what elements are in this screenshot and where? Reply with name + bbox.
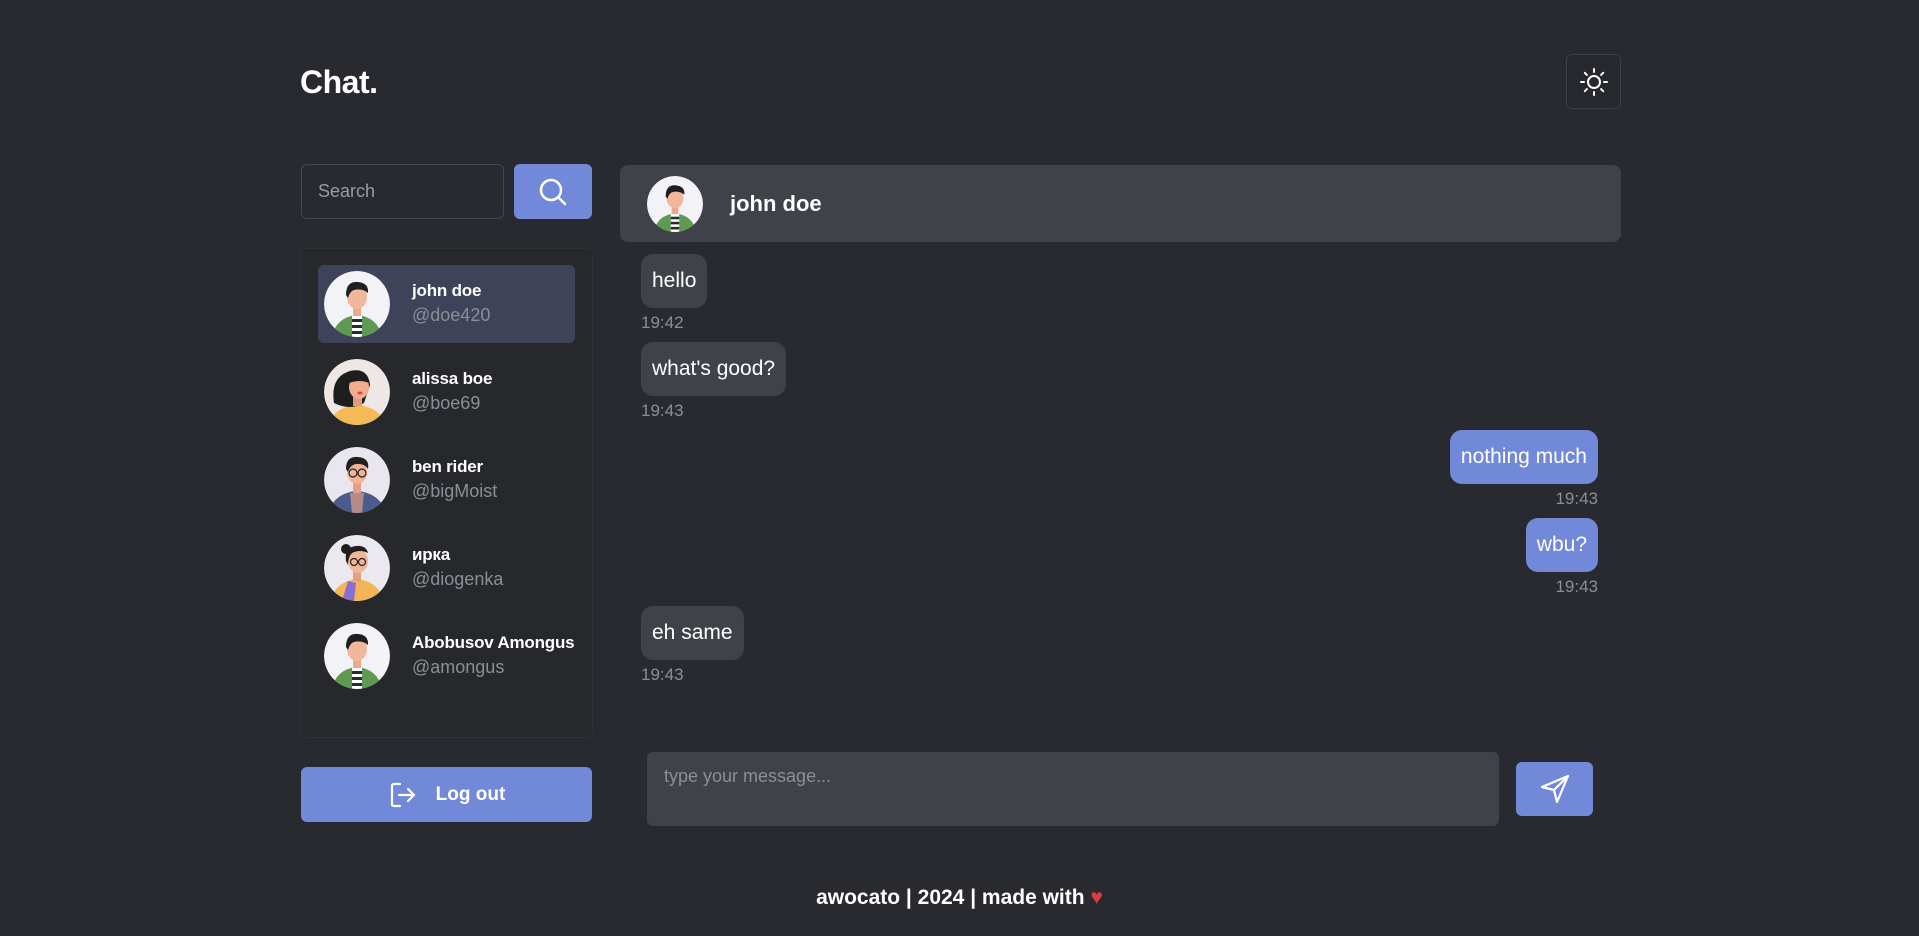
chat-recipient-name: john doe xyxy=(730,190,822,216)
sun-icon xyxy=(1579,67,1608,96)
message-incoming: hello 19:42 xyxy=(641,254,708,334)
contact-handle: @diogenka xyxy=(412,569,504,589)
avatar xyxy=(324,271,390,337)
search-input[interactable] xyxy=(301,164,504,219)
brand-title: Chat. xyxy=(300,64,378,100)
chat-header: john doe xyxy=(620,165,1621,242)
message-incoming: what's good? 19:43 xyxy=(641,342,787,422)
logout-icon xyxy=(390,782,415,807)
message-bubble: nothing much xyxy=(1449,430,1598,484)
logout-button[interactable]: Log out xyxy=(301,767,592,822)
message-outgoing: nothing much 19:43 xyxy=(1449,430,1598,510)
contact-name: john doe xyxy=(412,281,482,300)
heart-icon: ♥ xyxy=(1090,886,1103,909)
avatar xyxy=(324,447,390,513)
search-button[interactable] xyxy=(514,164,592,219)
theme-toggle-button[interactable] xyxy=(1566,54,1621,109)
avatar xyxy=(647,175,703,232)
contact-name: ben rider xyxy=(412,457,483,476)
footer: awocato | 2024 | made with ♥ xyxy=(0,886,1919,910)
contact-name: ирка xyxy=(412,545,450,564)
contact-name: Abobusov Amongus xyxy=(412,633,575,652)
contact-item-abobusov-amongus[interactable]: Abobusov Amongus @amongus xyxy=(318,617,575,695)
contact-item-irka[interactable]: ирка @diogenka xyxy=(318,529,575,607)
message-time: 19:42 xyxy=(641,313,684,332)
message-incoming: eh same 19:43 xyxy=(641,606,744,686)
logout-label: Log out xyxy=(435,783,506,805)
avatar xyxy=(324,535,390,601)
message-input[interactable] xyxy=(647,752,1499,826)
contact-handle: @boe69 xyxy=(412,393,481,413)
contact-item-john-doe[interactable]: john doe @doe420 xyxy=(318,265,575,343)
contact-name: alissa boe xyxy=(412,369,493,388)
message-bubble: eh same xyxy=(641,606,744,660)
message-outgoing: wbu? 19:43 xyxy=(1525,518,1598,598)
message-time: 19:43 xyxy=(1555,577,1598,596)
message-time: 19:43 xyxy=(1555,489,1598,508)
message-bubble: wbu? xyxy=(1525,518,1598,572)
message-bubble: what's good? xyxy=(641,342,787,396)
footer-text: awocato | 2024 | made with xyxy=(816,886,1085,909)
contact-handle: @bigMoist xyxy=(412,481,498,501)
avatar xyxy=(324,359,390,425)
contact-handle: @doe420 xyxy=(412,305,491,325)
send-button[interactable] xyxy=(1516,762,1593,816)
avatar xyxy=(324,623,390,689)
message-time: 19:43 xyxy=(641,665,684,684)
send-icon xyxy=(1540,774,1569,804)
message-bubble: hello xyxy=(641,254,708,308)
contact-list: john doe @doe420 alissa boe @boe69 ben r… xyxy=(300,248,593,738)
search-icon xyxy=(539,178,567,205)
contact-item-alissa-boe[interactable]: alissa boe @boe69 xyxy=(318,353,575,431)
message-time: 19:43 xyxy=(641,401,684,420)
contact-handle: @amongus xyxy=(412,657,505,677)
contact-item-ben-rider[interactable]: ben rider @bigMoist xyxy=(318,441,575,519)
